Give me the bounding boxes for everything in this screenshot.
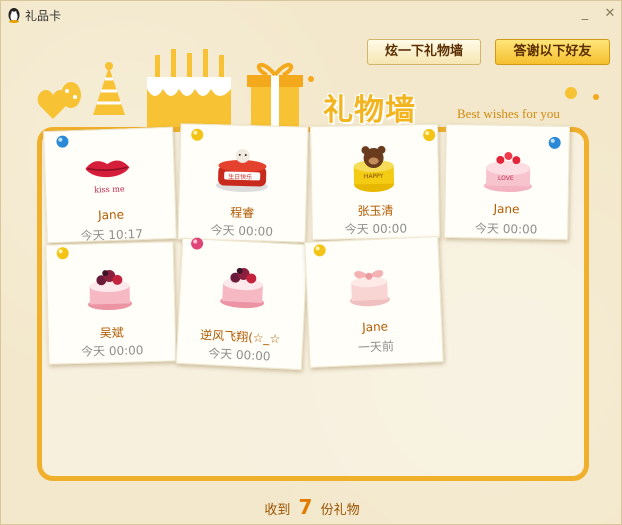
- pin-icon: [191, 237, 204, 250]
- gift-sender-name: 张玉清: [357, 203, 394, 219]
- gift-count: 7: [298, 495, 313, 519]
- gift-wall-subtitle: Best wishes for you: [457, 106, 560, 121]
- kiss-caption: kiss me: [94, 184, 125, 194]
- pin-icon: [56, 135, 69, 148]
- gift-card-4[interactable]: LOVE Jane 今天 00:00: [444, 123, 570, 241]
- cake-caption: 生日快乐: [228, 173, 252, 182]
- gift-sender-name: 程睿: [230, 205, 255, 221]
- pin-icon: [56, 247, 69, 260]
- close-button[interactable]: ✕: [600, 5, 620, 23]
- berry-cake-icon: [88, 270, 133, 311]
- gift-card-1[interactable]: kiss me Jane 今天 10:17: [43, 126, 177, 244]
- pin-icon: [423, 129, 436, 142]
- thank-friends-button[interactable]: 答谢以下好友: [495, 39, 610, 65]
- gift-card-window: 礼品卡 _ ✕ 礼物墙 Best wishes for you 炫一下礼物墙 答…: [0, 0, 622, 525]
- title-bar: 礼品卡 _ ✕: [1, 1, 621, 29]
- penguin-app-icon: [8, 8, 20, 23]
- gift-card-6[interactable]: 逆风飞翔(☆_☆ 今天 00:00: [175, 237, 309, 371]
- gift-card-2[interactable]: 生日快乐 程睿 今天 00:00: [177, 123, 309, 243]
- birthday-cake-icon: 生日快乐: [215, 148, 268, 193]
- gift-time: 今天 00:00: [344, 221, 408, 237]
- gift-count-suffix: 份礼物: [320, 503, 360, 518]
- gift-sender-name: Jane: [97, 207, 125, 223]
- gift-time: 今天 00:00: [474, 221, 538, 237]
- gift-time: 今天 00:00: [80, 343, 144, 359]
- gift-sender-name: Jane: [493, 201, 520, 217]
- gift-count-summary: 收到 7 份礼物: [1, 495, 622, 519]
- pin-icon: [313, 244, 326, 257]
- gift-card-5[interactable]: 吴斌 今天 00:00: [45, 241, 177, 365]
- gift-sender-name: Jane: [361, 319, 389, 335]
- heart-cake-icon: LOVE: [483, 152, 532, 193]
- gift-time: 一天前: [357, 339, 395, 355]
- minimize-button[interactable]: _: [575, 5, 595, 23]
- gift-card-3[interactable]: HAPPY 张玉清 今天 00:00: [310, 123, 440, 241]
- bow-cake-icon: [349, 270, 390, 307]
- gift-sender-name: 吴斌: [99, 325, 124, 341]
- gift-wall-title: 礼物墙: [323, 93, 416, 128]
- heart-caption: LOVE: [498, 175, 514, 182]
- show-gift-wall-button[interactable]: 炫一下礼物墙: [367, 39, 481, 65]
- gift-count-prefix: 收到: [264, 503, 291, 518]
- bear-cake-icon: HAPPY: [353, 145, 395, 193]
- window-title: 礼品卡: [25, 9, 62, 23]
- lips-kiss-card-icon: kiss me: [85, 160, 130, 195]
- berry-cake-icon: [220, 267, 265, 309]
- gift-card-7[interactable]: Jane 一天前: [304, 236, 444, 368]
- pin-icon: [191, 128, 204, 141]
- pin-icon: [548, 136, 561, 149]
- bear-caption: HAPPY: [364, 173, 384, 180]
